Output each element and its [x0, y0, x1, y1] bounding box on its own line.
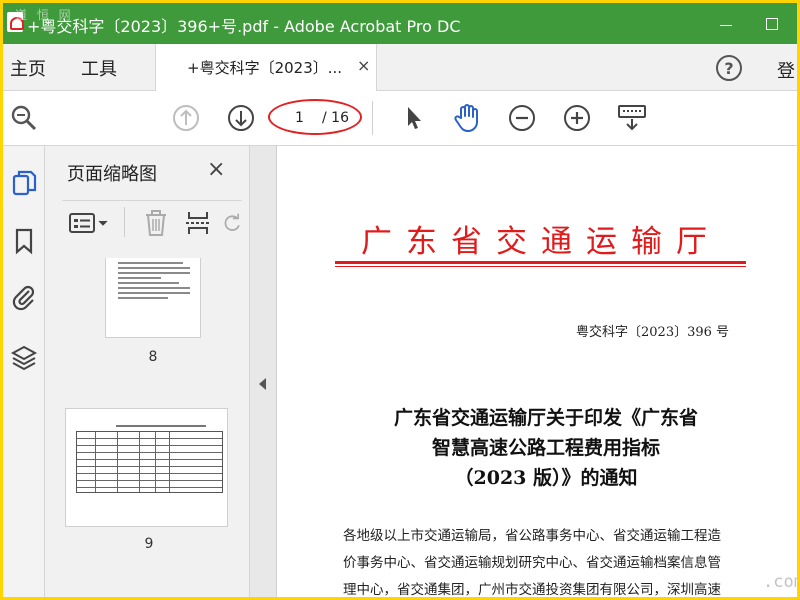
options-menu-icon[interactable] [68, 209, 110, 237]
panel-title: 页面缩略图 [67, 164, 157, 185]
thumbnail-table [76, 431, 223, 493]
minimize-button[interactable] [703, 3, 749, 44]
menu-tools[interactable]: 工具 [81, 55, 117, 81]
thumbnail-text-lines [118, 262, 190, 302]
window-title: +粤交科字〔2023〕396+号.pdf - Adobe Acrobat Pro… [27, 17, 461, 36]
document-reference: 粤交科字〔2023〕396 号 [576, 325, 730, 340]
body-line: 理中心，省交通集团，广州市交通投资集团有限公司，深圳高速 [343, 582, 721, 597]
title-line: 广东省交通运输厅关于印发《广东省 [393, 407, 698, 429]
search-zoom-icon[interactable] [9, 103, 39, 133]
minimize-icon [720, 25, 732, 26]
navigation-rail [3, 146, 45, 597]
thumbnail-page-8[interactable] [105, 258, 201, 338]
body-line: 价事务中心、省交通运输规划研究中心、省交通运输档案信息管 [343, 555, 721, 571]
thumbnail-table-title [116, 425, 206, 427]
thumbnails-panel: 页面缩略图 × 8 9 [45, 146, 289, 597]
body-line: 各地级以上市交通运输局，省公路事务中心、省交通运输工程造 [343, 528, 721, 544]
title-bar: 道 恒 网 +粤交科字〔2023〕396+号.pdf - Adobe Acrob… [3, 3, 797, 44]
trash-icon[interactable] [142, 209, 170, 237]
close-panel-icon[interactable]: × [207, 157, 225, 182]
login-button[interactable]: 登 [777, 57, 795, 83]
keyboard-icon[interactable] [617, 103, 647, 133]
help-icon[interactable]: ? [716, 55, 742, 81]
document-tab[interactable]: +粤交科字〔2023〕... × [155, 44, 377, 91]
layers-icon[interactable] [9, 342, 39, 372]
thumbnail-label: 8 [148, 349, 158, 365]
close-tab-icon[interactable]: × [357, 56, 370, 75]
hand-tool-icon[interactable] [452, 103, 482, 133]
crop-icon[interactable] [184, 209, 212, 237]
document-title: 广东省交通运输厅关于印发《广东省 智慧高速公路工程费用指标 （2023 版）》的… [331, 403, 761, 493]
thumbnail-page-9[interactable] [65, 408, 228, 527]
acrobat-window: 道 恒 网 +粤交科字〔2023〕396+号.pdf - Adobe Acrob… [3, 3, 797, 597]
toolbar: 1 / 16 [3, 91, 797, 146]
title-line: （2023 版）》的通知 [454, 467, 638, 489]
document-body: 各地级以上市交通运输局，省公路事务中心、省交通运输工程造 价事务中心、省交通运输… [343, 523, 753, 597]
rotate-icon[interactable] [222, 209, 242, 237]
attachment-icon[interactable] [9, 282, 39, 312]
document-header: 广东省交通运输厅 [361, 224, 721, 260]
header-rule [335, 261, 746, 264]
zoom-out-icon[interactable] [507, 103, 537, 133]
bookmark-icon[interactable] [9, 226, 39, 256]
maximize-icon [766, 17, 778, 30]
zoom-in-icon[interactable] [562, 103, 592, 133]
page-thumbnails-icon[interactable] [9, 168, 39, 198]
title-line: 智慧高速公路工程费用指标 [431, 437, 660, 459]
panel-toolbar-divider [124, 207, 125, 237]
page-up-icon[interactable] [171, 103, 201, 133]
highlight-ellipse [268, 99, 362, 135]
panel-collapse-strip[interactable] [250, 146, 277, 597]
thumbnails-list: 8 9 [62, 258, 232, 597]
panel-toolbar [62, 200, 242, 244]
document-view[interactable]: 广东省交通运输厅 粤交科字〔2023〕396 号 广东省交通运输厅关于印发《广东… [277, 146, 797, 597]
thumbnail-label: 9 [144, 536, 154, 552]
site-watermark: .com [763, 572, 797, 592]
menu-bar: 主页 工具 +粤交科字〔2023〕... × ? 登 [3, 44, 797, 91]
page-down-icon[interactable] [226, 103, 256, 133]
header-rule-thin [335, 266, 746, 267]
toolbar-divider [372, 101, 373, 135]
select-cursor-icon[interactable] [399, 103, 429, 133]
document-tab-label: +粤交科字〔2023〕... [187, 59, 343, 77]
maximize-button[interactable] [749, 3, 795, 44]
collapse-arrow-icon[interactable] [259, 378, 266, 390]
menu-home[interactable]: 主页 [10, 55, 46, 81]
